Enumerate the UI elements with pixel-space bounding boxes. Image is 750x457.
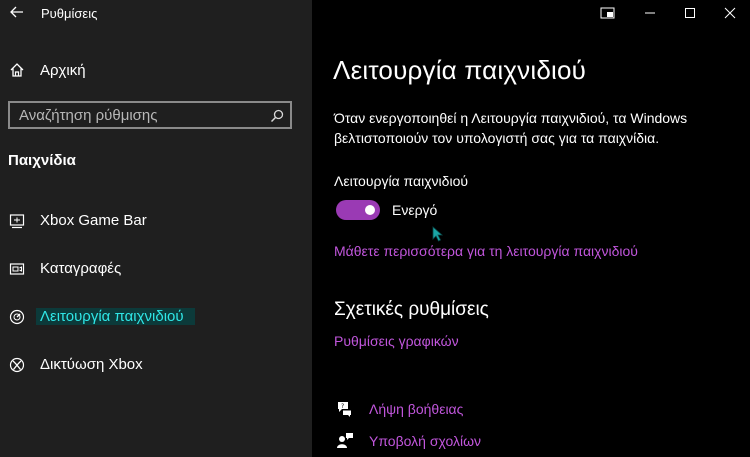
search-icon[interactable] — [270, 109, 284, 123]
sidebar-item-label: Αρχική — [40, 61, 86, 79]
get-help-link[interactable]: Λήψη βοήθειας — [369, 401, 463, 417]
page-title: Λειτουργία παιχνιδιού — [333, 55, 587, 85]
related-settings-heading: Σχετικές ρυθμίσεις — [334, 299, 489, 320]
mouse-cursor-icon — [432, 226, 444, 242]
compact-overlay-icon — [600, 7, 615, 19]
section-title: Παιχνίδια — [8, 152, 76, 169]
toggle-state-text: Ενεργό — [392, 202, 438, 218]
maximize-button[interactable] — [670, 0, 710, 26]
toggle-knob — [365, 205, 375, 215]
sidebar-item-xbox-networking[interactable]: Δικτύωση Xbox — [0, 349, 312, 381]
graphics-settings-link[interactable]: Ρυθμίσεις γραφικών — [334, 333, 459, 349]
sidebar-item-label: Δικτύωση Xbox — [40, 356, 143, 373]
minimize-button[interactable] — [630, 0, 670, 26]
search-box — [8, 101, 292, 129]
help-chat-icon: ? — [338, 402, 351, 417]
home-icon — [8, 61, 26, 79]
game-mode-icon — [8, 308, 26, 326]
svg-text:?: ? — [341, 403, 344, 410]
gamebar-icon — [8, 212, 26, 230]
captures-icon — [8, 260, 26, 278]
sidebar-item-label: Xbox Game Bar — [40, 212, 147, 229]
learn-more-link[interactable]: Μάθετε περισσότερα για τη λειτουργία παι… — [334, 243, 638, 259]
sidebar-item-xbox-game-bar[interactable]: Xbox Game Bar — [0, 205, 312, 237]
maximize-icon — [685, 8, 695, 18]
search-input[interactable] — [19, 106, 259, 124]
title-bar: Ρυθμίσεις — [0, 0, 312, 30]
back-arrow-icon — [10, 6, 23, 18]
sidebar-item-label: Λειτουργία παιχνιδιού — [36, 308, 195, 325]
main-content: Λειτουργία παιχνιδιού Όταν ενεργοποιηθεί… — [312, 0, 750, 457]
description: Όταν ενεργοποιηθεί η Λειτουργία παιχνιδι… — [334, 110, 688, 146]
give-feedback-link[interactable]: Υποβολή σχολίων — [369, 433, 481, 449]
minimize-icon — [645, 12, 655, 14]
sidebar-item-game-mode[interactable]: Λειτουργία παιχνιδιού — [0, 301, 312, 333]
toggle-label: Λειτουργία παιχνιδιού — [334, 173, 469, 189]
sidebar-item-label: Καταγραφές — [40, 260, 122, 277]
app-title: Ρυθμίσεις — [41, 6, 98, 21]
xbox-icon — [8, 356, 26, 374]
close-icon — [724, 7, 736, 19]
game-mode-toggle[interactable] — [336, 200, 380, 220]
sidebar-item-captures[interactable]: Καταγραφές — [0, 253, 312, 285]
close-button[interactable] — [710, 0, 750, 26]
window-controls — [586, 0, 750, 26]
feedback-icon — [337, 433, 353, 448]
compact-overlay-button[interactable] — [586, 0, 630, 26]
back-button[interactable] — [8, 3, 26, 21]
sidebar-item-home[interactable]: Αρχική — [0, 54, 312, 86]
sidebar: Ρυθμίσεις Αρχική Παιχνίδια Xbox Game Bar — [0, 0, 312, 457]
